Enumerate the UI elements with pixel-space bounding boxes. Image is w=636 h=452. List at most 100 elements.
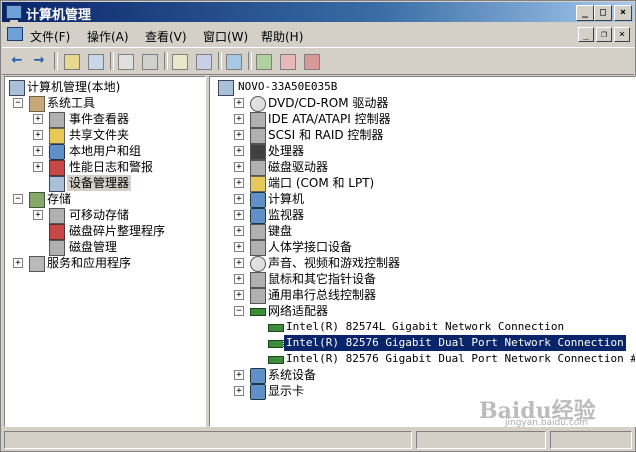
keyboard-icon — [250, 224, 266, 240]
network-adapter-icon — [268, 356, 284, 364]
child-minimize-button[interactable]: _ — [578, 27, 594, 42]
tree-item-label: 可移动存储 — [69, 208, 130, 222]
child-close-button[interactable]: × — [614, 27, 630, 42]
expand-icon[interactable]: + — [234, 274, 244, 284]
tree-item-label: 存储 — [47, 192, 72, 206]
status-cell — [4, 431, 412, 449]
menu-view[interactable]: 查看(V) — [145, 28, 187, 45]
expand-icon[interactable]: + — [234, 194, 244, 204]
expand-icon[interactable]: + — [234, 162, 244, 172]
performance-logs-icon — [49, 160, 65, 176]
network-adapter-icon — [268, 340, 284, 348]
computer-management-icon — [9, 80, 25, 96]
system-tools-icon — [29, 96, 45, 112]
up-folder-icon[interactable] — [64, 54, 80, 70]
computer-icon — [250, 192, 266, 208]
expand-icon[interactable]: + — [234, 178, 244, 188]
toolbar-separator — [164, 52, 168, 70]
tree-item-label: 磁盘碎片整理程序 — [69, 224, 166, 238]
status-cell — [416, 431, 546, 449]
expand-icon[interactable]: + — [33, 146, 43, 156]
device-category-label: 显示卡 — [268, 384, 305, 398]
event-viewer-icon — [49, 112, 65, 128]
expand-icon[interactable]: + — [234, 146, 244, 156]
minimize-button[interactable]: _ — [576, 5, 594, 21]
menu-file[interactable]: 文件(F) — [30, 28, 70, 45]
expand-icon[interactable]: + — [234, 130, 244, 140]
system-menu-icon[interactable] — [7, 27, 23, 41]
collapse-icon[interactable]: − — [13, 98, 23, 108]
device-category-label: 监视器 — [268, 208, 305, 222]
title-bar[interactable]: 计算机管理 _ □ × — [2, 2, 634, 23]
device-label: Intel(R) 82576 Gigabit Dual Port Network… — [283, 334, 627, 352]
device-category-label: 声音、视频和游戏控制器 — [268, 256, 401, 270]
uninstall-device-icon[interactable] — [304, 54, 320, 70]
expand-icon[interactable]: + — [13, 258, 23, 268]
collapse-icon[interactable]: − — [234, 306, 244, 316]
expand-icon[interactable]: + — [234, 386, 244, 396]
expand-icon[interactable]: + — [234, 226, 244, 236]
menu-action[interactable]: 操作(A) — [87, 28, 129, 45]
device-category-label: 键盘 — [268, 224, 293, 238]
baidu-watermark-url: jingyan.baidu.com — [505, 418, 589, 428]
services-icon — [29, 256, 45, 272]
tree-item-label: 共享文件夹 — [69, 128, 130, 142]
expand-icon[interactable]: + — [234, 258, 244, 268]
update-driver-icon[interactable] — [256, 54, 272, 70]
tree-item-label: 系统工具 — [47, 96, 96, 110]
device-category-label: 鼠标和其它指针设备 — [268, 272, 377, 286]
disable-device-icon[interactable] — [280, 54, 296, 70]
device-tree-pane[interactable]: NOVO-33A50E035B + DVD/CD-ROM 驱动器 + IDE A… — [209, 76, 636, 427]
menu-window[interactable]: 窗口(W) — [203, 28, 248, 45]
forward-arrow-icon[interactable]: → — [30, 52, 48, 70]
removable-storage-icon — [49, 208, 65, 224]
expand-icon[interactable]: + — [33, 210, 43, 220]
show-hide-action-pane-icon[interactable] — [196, 54, 212, 70]
expand-icon[interactable]: + — [234, 114, 244, 124]
console-tree-pane[interactable]: 计算机管理(本地) − 系统工具 + 事件查看器 + 共享文件夹 + 本地用户和… — [4, 76, 206, 427]
status-bar — [2, 429, 634, 449]
expand-icon[interactable]: + — [33, 130, 43, 140]
display-adapter-icon — [250, 384, 266, 400]
device-category-label: IDE ATA/ATAPI 控制器 — [268, 112, 391, 126]
ide-controller-icon — [250, 112, 266, 128]
show-hide-tree-icon[interactable] — [88, 54, 104, 70]
device-category-label: 计算机 — [268, 192, 305, 206]
properties-icon[interactable] — [118, 54, 134, 70]
monitor-icon — [250, 208, 266, 224]
menu-help[interactable]: 帮助(H) — [261, 28, 303, 45]
expand-icon[interactable]: + — [234, 370, 244, 380]
processor-icon — [250, 144, 266, 160]
network-adapter-icon — [250, 308, 266, 316]
window-title: 计算机管理 — [26, 8, 92, 23]
device-category-label: 系统设备 — [268, 368, 317, 382]
scan-hardware-icon[interactable] — [226, 54, 242, 70]
expand-icon[interactable]: + — [234, 290, 244, 300]
print-icon[interactable] — [142, 54, 158, 70]
computer-management-app-icon — [6, 5, 22, 22]
maximize-button[interactable]: □ — [594, 5, 612, 21]
device-category-label: 网络适配器 — [268, 304, 329, 318]
tree-item-label: 事件查看器 — [69, 112, 130, 126]
close-button[interactable]: × — [614, 5, 632, 21]
tree-item-label: 本地用户和组 — [69, 144, 142, 158]
dvd-drive-icon — [250, 96, 266, 112]
collapse-icon[interactable]: − — [13, 194, 23, 204]
menu-bar: 文件(F) 操作(A) 查看(V) 窗口(W) 帮助(H) _ ❐ × — [2, 24, 634, 46]
tree-item-label: 设备管理器 — [67, 175, 132, 191]
expand-icon[interactable]: + — [234, 98, 244, 108]
network-adapter-icon — [268, 324, 284, 332]
tree-item-label: 磁盘管理 — [69, 240, 118, 254]
back-arrow-icon[interactable]: ← — [8, 52, 26, 70]
expand-icon[interactable]: + — [33, 114, 43, 124]
device-category-label: 端口 (COM 和 LPT) — [268, 176, 375, 190]
toolbar: ← → — [2, 47, 634, 75]
computer-management-window: 计算机管理 _ □ × 文件(F) 操作(A) 查看(V) 窗口(W) 帮助(H… — [0, 0, 636, 452]
help-icon[interactable] — [172, 54, 188, 70]
expand-icon[interactable]: + — [234, 242, 244, 252]
status-cell — [550, 431, 632, 449]
child-restore-button[interactable]: ❐ — [596, 27, 612, 42]
toolbar-separator — [218, 52, 222, 70]
expand-icon[interactable]: + — [234, 210, 244, 220]
expand-icon[interactable]: + — [33, 162, 43, 172]
